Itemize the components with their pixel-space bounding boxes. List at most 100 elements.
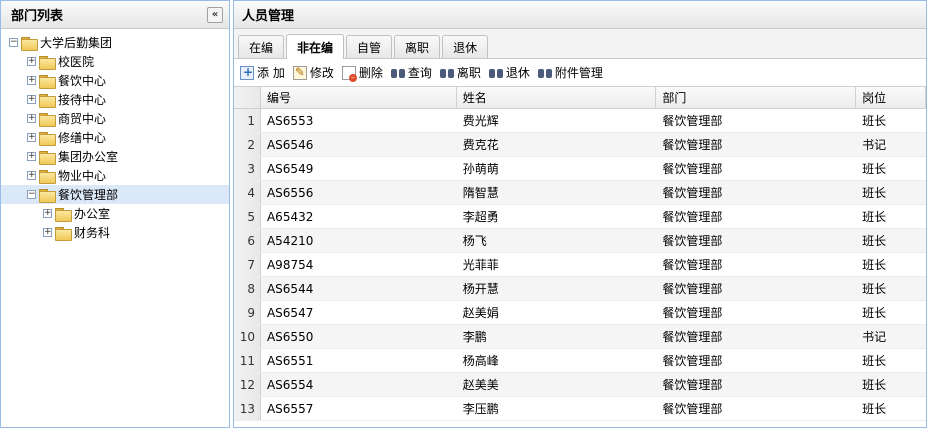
tab-3[interactable]: 离职 — [394, 35, 441, 58]
expand-icon[interactable]: + — [27, 114, 36, 123]
tree-node-label: 集团办公室 — [58, 150, 119, 164]
toolbar-button-0[interactable]: 添 加 — [240, 64, 285, 81]
tree-node[interactable]: + 校医院 — [1, 52, 229, 71]
expand-icon[interactable]: + — [27, 57, 36, 66]
tree-node[interactable]: + 接待中心 — [1, 90, 229, 109]
column-header[interactable]: 部门 — [656, 87, 857, 108]
table-row[interactable]: 1 AS6553 费光辉 餐饮管理部 班长 — [234, 109, 926, 133]
row-number: 13 — [234, 397, 261, 420]
toolbar-button-5[interactable]: 退休 — [488, 64, 530, 81]
table-row[interactable]: 7 A98754 光菲菲 餐饮管理部 班长 — [234, 253, 926, 277]
table-cell: 赵美美 — [462, 378, 499, 392]
table-cell: 班长 — [862, 258, 887, 272]
table-cell: 餐饮管理部 — [662, 234, 723, 248]
table-cell: AS6550 — [266, 329, 314, 344]
table-cell: 餐饮管理部 — [662, 138, 723, 152]
tree-node[interactable]: + 商贸中心 — [1, 109, 229, 128]
folder-icon — [39, 188, 56, 203]
table-row[interactable]: 6 A54210 杨飞 餐饮管理部 班长 — [234, 229, 926, 253]
personnel-grid: 编号 姓名 部门 岗位 1 AS6553 费光辉 餐饮管理部 班长 2 AS6546 费克花 餐饮管理… — [234, 87, 926, 421]
toolbar-button-6[interactable]: 附件管理 — [537, 64, 603, 81]
table-cell: 班长 — [862, 306, 887, 320]
table-cell: 班长 — [862, 402, 887, 416]
table-row[interactable]: 8 AS6544 杨开慧 餐饮管理部 班长 — [234, 277, 926, 301]
table-row[interactable]: 4 AS6556 隋智慧 餐饮管理部 班长 — [234, 181, 926, 205]
table-cell: 餐饮管理部 — [662, 354, 723, 368]
expand-icon[interactable]: + — [43, 228, 52, 237]
tree-node[interactable]: − 大学后勤集团 — [1, 33, 229, 52]
tree-node[interactable]: + 物业中心 — [1, 166, 229, 185]
toolbar-button-label: 删除 — [358, 66, 383, 80]
row-number: 2 — [234, 133, 261, 156]
expand-icon[interactable]: + — [43, 209, 52, 218]
table-row[interactable]: 12 AS6554 赵美美 餐饮管理部 班长 — [234, 373, 926, 397]
expand-icon[interactable]: + — [27, 152, 36, 161]
table-cell: 书记 — [862, 330, 887, 344]
column-header[interactable]: 编号 — [261, 87, 457, 108]
tree-node[interactable]: + 修缮中心 — [1, 128, 229, 147]
table-cell: AS6549 — [266, 161, 314, 176]
toolbar-button-3[interactable]: 查询 — [390, 64, 432, 81]
tab-4[interactable]: 退休 — [442, 35, 489, 58]
row-number: 10 — [234, 325, 261, 348]
personnel-panel-header: 人员管理 — [234, 1, 926, 29]
table-row[interactable]: 2 AS6546 费克花 餐饮管理部 书记 — [234, 133, 926, 157]
tree-node-label: 物业中心 — [58, 169, 107, 183]
table-cell: 光菲菲 — [462, 258, 499, 272]
collapse-icon[interactable]: − — [9, 38, 18, 47]
row-number: 3 — [234, 157, 261, 180]
tab-2[interactable]: 自管 — [346, 35, 393, 58]
table-cell: A54210 — [266, 233, 314, 248]
table-row[interactable]: 13 AS6557 李压鹏 餐饮管理部 班长 — [234, 397, 926, 421]
row-number: 5 — [234, 205, 261, 228]
table-cell: AS6551 — [266, 353, 314, 368]
table-cell: 费克花 — [462, 138, 499, 152]
tree-node[interactable]: + 办公室 — [1, 204, 229, 223]
table-row[interactable]: 9 AS6547 赵美娟 餐饮管理部 班长 — [234, 301, 926, 325]
folder-icon — [55, 226, 72, 241]
expand-icon[interactable]: + — [27, 171, 36, 180]
table-cell: A98754 — [266, 257, 314, 272]
edit-icon — [292, 65, 307, 80]
tree-node[interactable]: + 餐饮中心 — [1, 71, 229, 90]
expand-icon[interactable]: + — [27, 133, 36, 142]
table-row[interactable]: 11 AS6551 杨高峰 餐饮管理部 班长 — [234, 349, 926, 373]
collapse-panel-button[interactable]: « — [207, 7, 223, 23]
expand-icon[interactable]: + — [27, 76, 36, 85]
retire-icon — [488, 67, 503, 79]
table-row[interactable]: 3 AS6549 孙萌萌 餐饮管理部 班长 — [234, 157, 926, 181]
delete-icon — [341, 65, 357, 82]
table-cell: AS6557 — [266, 401, 314, 416]
tree-node[interactable]: − 餐饮管理部 — [1, 185, 229, 204]
tree-node[interactable]: + 财务科 — [1, 223, 229, 242]
toolbar-button-label: 离职 — [456, 66, 481, 80]
row-number: 1 — [234, 109, 261, 132]
tree-node[interactable]: + 集团办公室 — [1, 147, 229, 166]
tree-node-label: 餐饮中心 — [58, 74, 107, 88]
table-cell: 班长 — [862, 378, 887, 392]
row-number: 11 — [234, 349, 261, 372]
table-cell: 餐饮管理部 — [662, 210, 723, 224]
tab-0[interactable]: 在编 — [238, 35, 285, 58]
tree-node-label: 校医院 — [58, 55, 95, 69]
tab-1[interactable]: 非在编 — [286, 34, 345, 59]
toolbar-button-1[interactable]: 修改 — [292, 64, 334, 81]
table-cell: AS6556 — [266, 185, 314, 200]
table-cell: 隋智慧 — [462, 186, 499, 200]
column-header[interactable]: 姓名 — [457, 87, 657, 108]
table-cell: 餐饮管理部 — [662, 402, 723, 416]
row-number: 6 — [234, 229, 261, 252]
table-row[interactable]: 5 A65432 李超勇 餐饮管理部 班长 — [234, 205, 926, 229]
table-row[interactable]: 10 AS6550 李鹏 餐饮管理部 书记 — [234, 325, 926, 349]
tree-node-label: 财务科 — [74, 226, 111, 240]
row-number: 7 — [234, 253, 261, 276]
collapse-icon[interactable]: − — [27, 190, 36, 199]
column-header[interactable]: 岗位 — [856, 87, 926, 108]
tree-node-label: 大学后勤集团 — [40, 36, 113, 50]
folder-icon — [39, 169, 56, 184]
folder-icon — [39, 150, 56, 165]
toolbar-button-4[interactable]: 离职 — [439, 64, 481, 81]
expand-icon[interactable]: + — [27, 95, 36, 104]
toolbar-button-2[interactable]: 删除 — [341, 64, 383, 82]
table-cell: 杨高峰 — [462, 354, 499, 368]
